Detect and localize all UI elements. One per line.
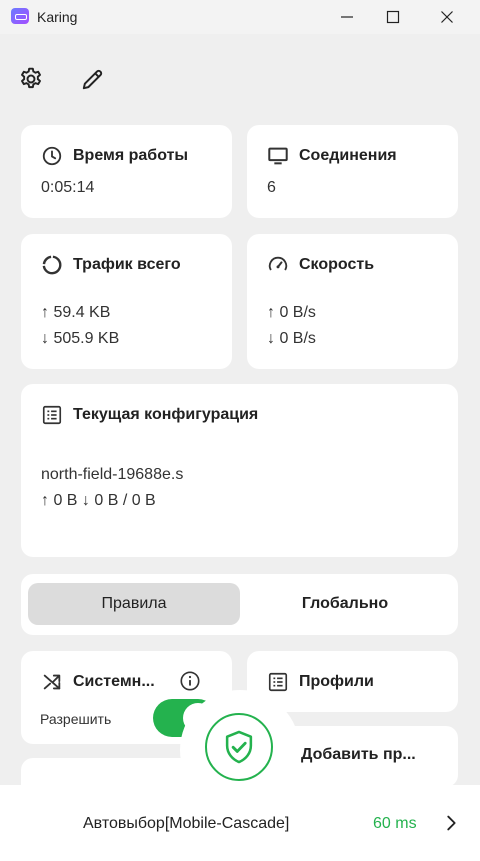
list-icon — [268, 672, 288, 692]
ping-value: 60 ms — [373, 815, 417, 832]
uptime-card: Время работы 0:05:14 — [21, 125, 232, 218]
donut-chart-icon — [42, 255, 62, 275]
speed-header: Скорость — [267, 254, 374, 276]
speed-title: Скорость — [299, 256, 375, 273]
settings-button[interactable] — [16, 64, 46, 94]
traffic-header: Трафик всего — [41, 254, 181, 276]
selected-server[interactable]: Автовыбор[Mobile-Cascade] — [83, 815, 289, 833]
allow-label: Разрешить — [40, 711, 112, 727]
traffic-upload: ↑ 59.4 KB — [41, 304, 111, 321]
config-title: Текущая конфигурация — [73, 406, 259, 423]
minimize-icon — [341, 16, 353, 18]
connections-title: Соединения — [299, 147, 397, 164]
mode-global-button[interactable]: Глобально — [239, 583, 451, 625]
minimize-button[interactable] — [324, 0, 370, 34]
clock-icon — [42, 146, 62, 166]
config-stats: ↑ 0 B ↓ 0 B / 0 B — [41, 492, 156, 509]
connections-card[interactable]: Соединения 6 — [247, 125, 458, 218]
uptime-value: 0:05:14 — [41, 179, 95, 196]
system-proxy-header: Системн... — [41, 671, 155, 693]
speedometer-icon — [268, 256, 288, 271]
close-icon — [441, 11, 453, 23]
connect-button[interactable] — [205, 713, 273, 781]
chevron-right-icon[interactable] — [440, 812, 462, 834]
add-profile-title: Добавить пр... — [301, 746, 416, 763]
list-icon — [42, 405, 62, 425]
current-config-card[interactable]: Текущая конфигурация north-field-19688e.… — [21, 384, 458, 557]
mode-rules-button[interactable]: Правила — [28, 583, 240, 625]
config-header: Текущая конфигурация — [41, 404, 258, 426]
traffic-card: Трафик всего ↑ 59.4 KB ↓ 505.9 KB — [21, 234, 232, 369]
speed-upload: ↑ 0 B/s — [267, 304, 316, 321]
add-profile-header: Добавить пр... — [301, 746, 416, 764]
speed-card: Скорость ↑ 0 B/s ↓ 0 B/s — [247, 234, 458, 369]
connections-header: Соединения — [267, 145, 397, 167]
uptime-title: Время работы — [73, 147, 189, 164]
speed-download: ↓ 0 B/s — [267, 330, 316, 347]
info-icon[interactable] — [179, 670, 201, 692]
gear-icon — [21, 67, 41, 89]
app-logo-icon — [11, 8, 29, 24]
pencil-icon — [82, 69, 103, 90]
traffic-download: ↓ 505.9 KB — [41, 330, 120, 347]
config-name: north-field-19688e.s — [41, 466, 184, 483]
window-title: Karing — [37, 9, 78, 25]
close-button[interactable] — [424, 0, 470, 34]
mode-selector: Правила Глобально — [21, 574, 458, 635]
shuffle-icon — [43, 674, 61, 690]
profiles-title: Профили — [299, 673, 374, 690]
title-bar: Karing — [0, 0, 480, 34]
traffic-title: Трафик всего — [73, 256, 181, 273]
system-proxy-title: Системн... — [73, 673, 155, 690]
uptime-header: Время работы — [41, 145, 188, 167]
maximize-button[interactable] — [370, 0, 416, 34]
maximize-icon — [386, 10, 400, 24]
profiles-header: Профили — [267, 671, 374, 693]
edit-button[interactable] — [78, 64, 108, 94]
monitor-icon — [268, 147, 288, 165]
shield-check-icon — [225, 730, 253, 764]
connections-value: 6 — [267, 179, 276, 196]
profiles-card[interactable]: Профили — [247, 651, 458, 712]
